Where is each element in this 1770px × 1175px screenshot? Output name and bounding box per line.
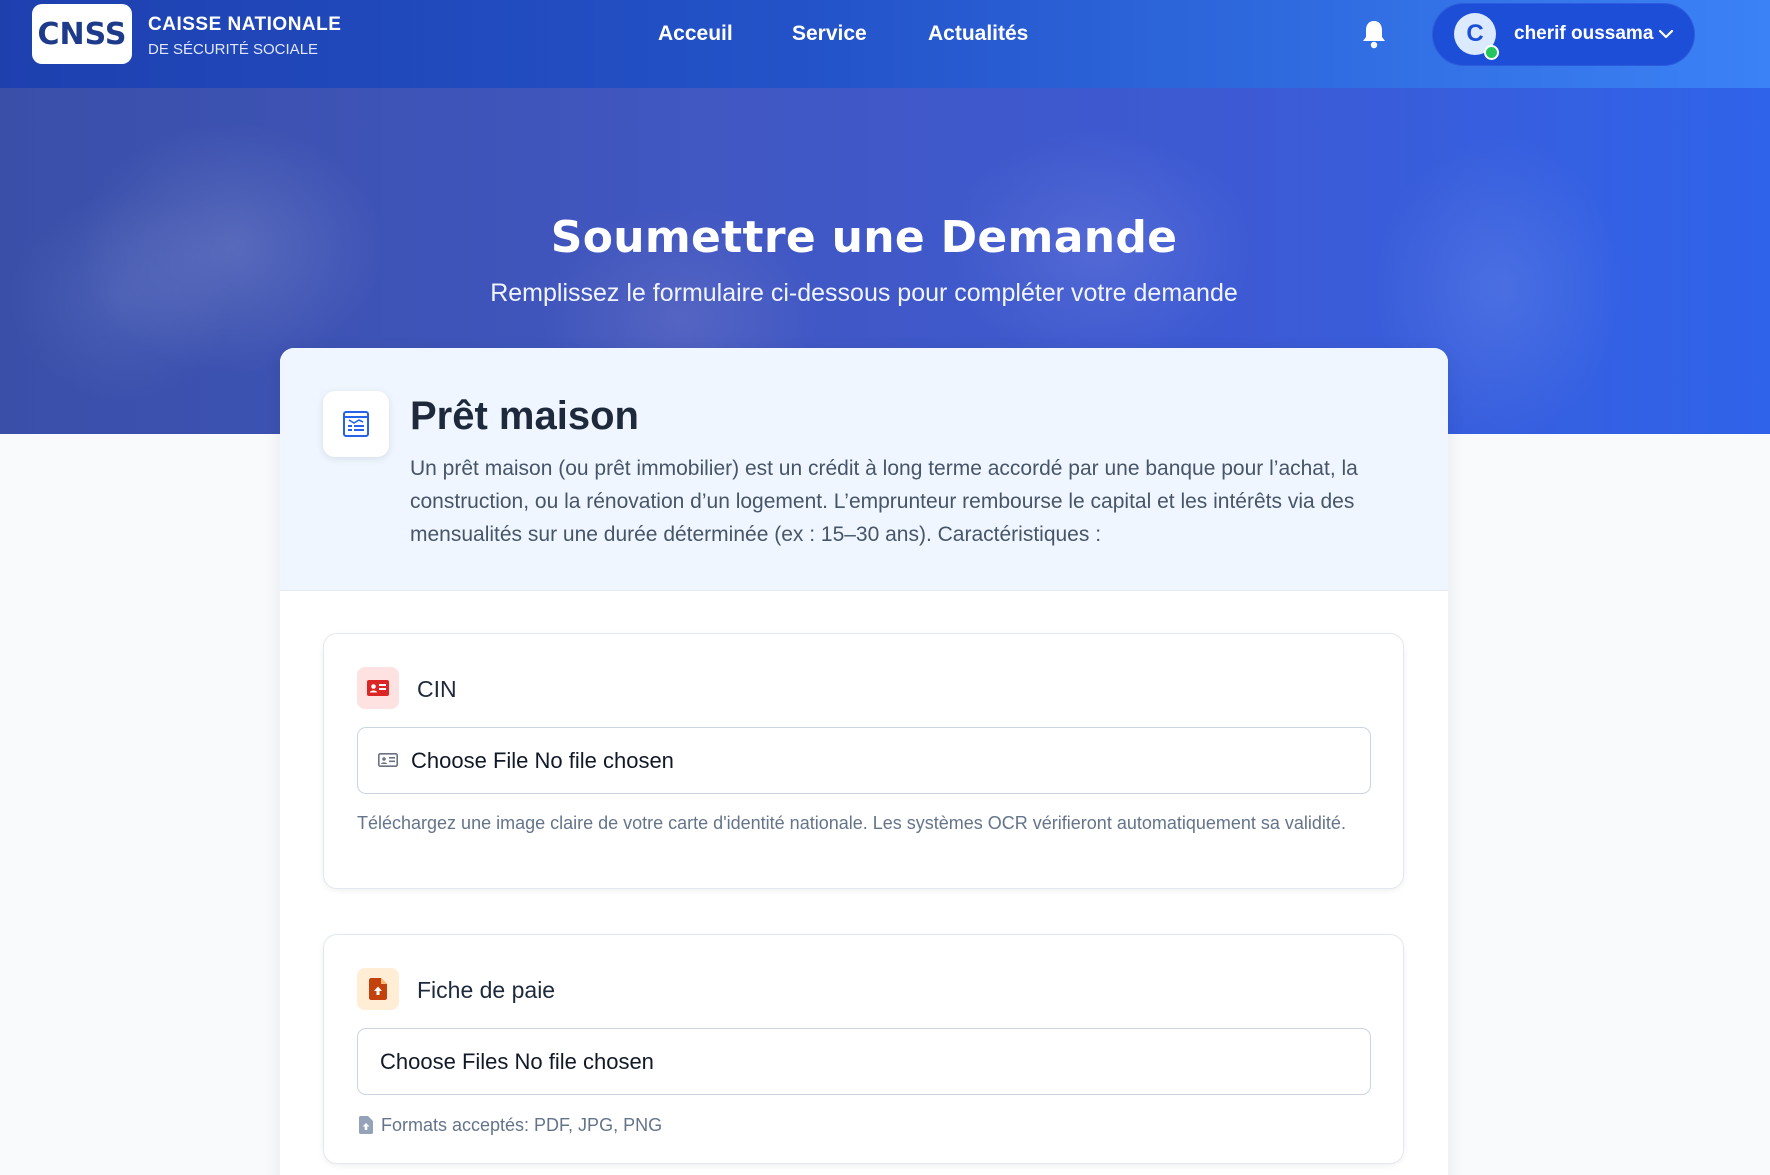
brand-name: CAISSE NATIONALE bbox=[148, 14, 342, 35]
request-description: Un prêt maison (ou prêt immobilier) est … bbox=[410, 457, 1358, 546]
cnss-logo[interactable]: CNSS bbox=[32, 4, 132, 64]
online-status-dot bbox=[1484, 45, 1499, 60]
user-menu[interactable]: C cherif oussama bbox=[1432, 3, 1695, 66]
form-icon bbox=[323, 391, 389, 457]
top-navbar: CNSS CAISSE NATIONALE DE SÉCURITÉ SOCIAL… bbox=[0, 0, 1770, 88]
payslip-help-text: Formats acceptés: PDF, JPG, PNG bbox=[381, 1115, 663, 1135]
id-card-icon bbox=[378, 753, 398, 772]
payslip-file-input[interactable]: Choose Files No file chosen bbox=[357, 1028, 1371, 1095]
payslip-label: Fiche de paie bbox=[417, 977, 556, 1003]
id-card-icon bbox=[357, 667, 399, 709]
chevron-down-icon bbox=[1658, 27, 1674, 39]
brand-subtitle: DE SÉCURITÉ SOCIALE bbox=[148, 41, 319, 58]
file-upload-icon bbox=[357, 968, 399, 1010]
cin-help-text: Téléchargez une image claire de votre ca… bbox=[357, 813, 1346, 833]
cin-file-input[interactable]: Choose File No file chosen bbox=[357, 727, 1371, 794]
request-title: Prêt maison bbox=[410, 394, 639, 438]
nav-link-actualites[interactable]: Actualités bbox=[928, 22, 1028, 46]
cin-upload-section: CIN Choose File No file chosen Télécharg… bbox=[323, 633, 1404, 889]
payslip-file-input-text: Choose Files No file chosen bbox=[380, 1049, 654, 1074]
nav-link-acceuil[interactable]: Acceuil bbox=[658, 22, 733, 46]
file-upload-icon bbox=[359, 1116, 373, 1139]
cin-file-input-text: Choose File No file chosen bbox=[411, 748, 674, 773]
payslip-upload-section: Fiche de paie Choose Files No file chose… bbox=[323, 934, 1404, 1164]
request-form-card: Prêt maison Un prêt maison (ou prêt immo… bbox=[280, 348, 1448, 1175]
nav-link-service[interactable]: Service bbox=[792, 22, 867, 46]
bell-icon[interactable] bbox=[1360, 18, 1388, 50]
hero-title: Soumettre une Demande bbox=[550, 212, 1178, 263]
request-header: Prêt maison Un prêt maison (ou prêt immo… bbox=[280, 348, 1448, 591]
cin-label: CIN bbox=[417, 676, 457, 702]
hero-subtitle: Remplissez le formulaire ci-dessous pour… bbox=[490, 279, 1238, 307]
user-name: cherif oussama bbox=[1514, 23, 1654, 44]
